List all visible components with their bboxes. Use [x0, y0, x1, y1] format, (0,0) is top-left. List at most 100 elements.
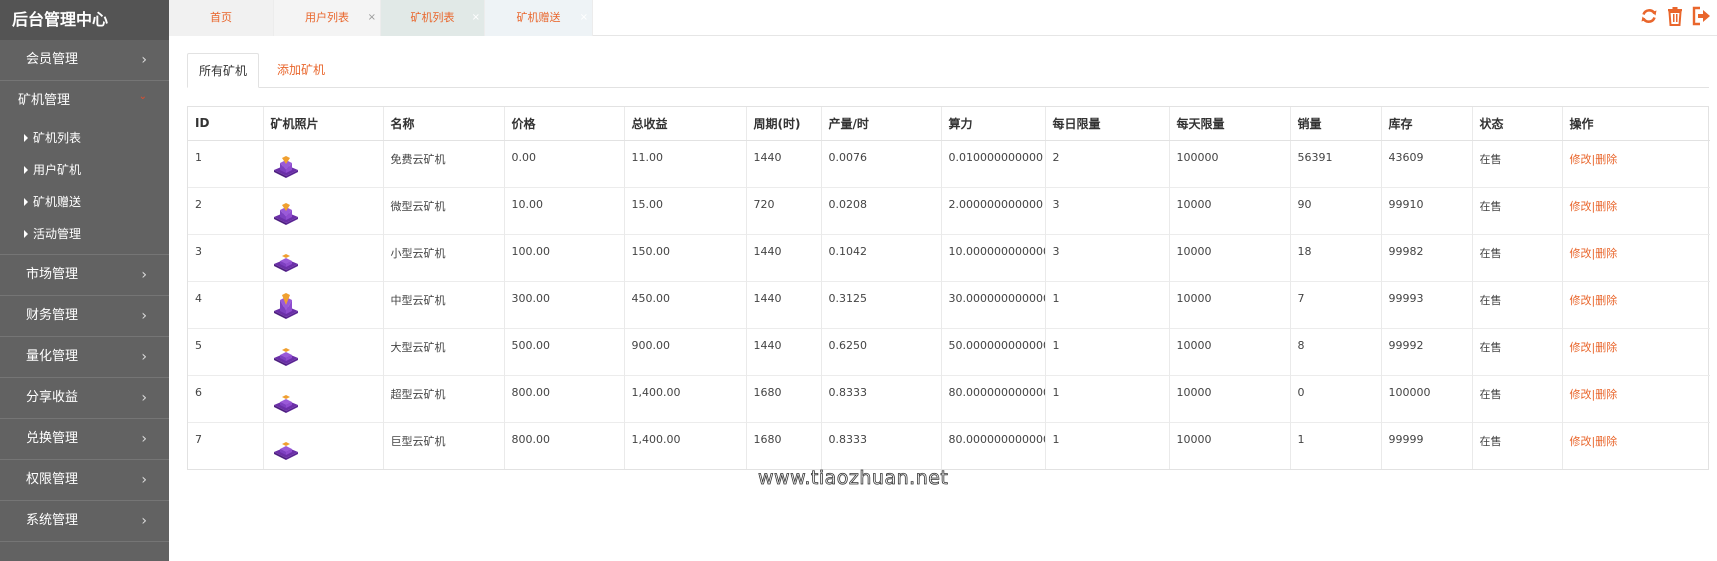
sidebar-group-label: 量化管理	[26, 349, 79, 364]
cell-status: 在售	[1472, 281, 1563, 328]
cell-total: 150.00	[624, 234, 747, 281]
cell-daily: 3	[1045, 234, 1170, 281]
cell-output: 0.8333	[821, 422, 942, 469]
sidebar-sub-item[interactable]: 矿机赠送	[0, 186, 169, 218]
sidebar-group[interactable]: 系统管理 ›	[0, 501, 169, 542]
cell-sales: 18	[1290, 234, 1382, 281]
cell-status: 在售	[1472, 234, 1563, 281]
cell-cycle: 1680	[746, 375, 822, 422]
cell-power: 80.000000000000	[941, 375, 1046, 422]
cell-id: 4	[188, 281, 264, 328]
cell-daily: 1	[1045, 281, 1170, 328]
cell-operations: 修改|删除	[1562, 187, 1710, 234]
sidebar-sub-item[interactable]: 用户矿机	[0, 154, 169, 186]
cell-total: 900.00	[624, 328, 747, 375]
chevron-right-icon: ›	[141, 390, 147, 406]
delete-link[interactable]: 删除	[1595, 247, 1617, 260]
cell-id: 2	[188, 187, 264, 234]
sidebar-sub-item-label: 活动管理	[33, 227, 82, 241]
cell-limit: 10000	[1169, 375, 1291, 422]
sidebar-group[interactable]: 量化管理 ›	[0, 337, 169, 378]
cell-limit: 10000	[1169, 422, 1291, 469]
table-row: 1 免费云矿机 0.00 11.00 1440 0.0076 0.010000000000 2…	[188, 140, 1710, 187]
cell-stock: 99992	[1381, 328, 1473, 375]
cell-output: 0.6250	[821, 328, 942, 375]
close-icon[interactable]: ×	[368, 0, 376, 36]
chevron-right-icon: ›	[141, 431, 147, 447]
tab-all-machines[interactable]: 所有矿机	[187, 53, 260, 88]
close-icon[interactable]: ×	[472, 0, 480, 36]
cell-daily: 3	[1045, 187, 1170, 234]
machine-photo	[263, 187, 384, 234]
sidebar-group-miner[interactable]: 矿机管理 ⌄	[0, 81, 169, 122]
cell-daily: 1	[1045, 422, 1170, 469]
delete-link[interactable]: 删除	[1595, 200, 1617, 213]
machine-photo	[263, 375, 384, 422]
cell-daily: 1	[1045, 328, 1170, 375]
close-icon[interactable]: ×	[580, 0, 588, 36]
edit-link[interactable]: 修改	[1570, 435, 1592, 448]
cell-power: 30.000000000000	[941, 281, 1046, 328]
machine-photo	[263, 140, 384, 187]
cell-name: 免费云矿机	[383, 140, 505, 187]
watermark: www.tiaozhuan.net	[758, 467, 949, 490]
column-header: 每天限量	[1169, 107, 1291, 141]
tab-add-machine[interactable]: 添加矿机	[266, 53, 336, 88]
delete-link[interactable]: 删除	[1595, 341, 1617, 354]
table-row: 4 中型云矿机 300.00 450.00 1440 0.3125 30.000000000…	[188, 281, 1710, 328]
sidebar-group-label: 市场管理	[26, 267, 79, 282]
sidebar: 后台管理中心 会员管理 › 矿机管理 ⌄ 矿机列表 用户矿机 矿机赠送 活动管理 市场管…	[0, 0, 169, 561]
refresh-icon[interactable]	[1639, 6, 1659, 26]
cell-operations: 修改|删除	[1562, 328, 1710, 375]
edit-link[interactable]: 修改	[1570, 153, 1592, 166]
delete-link[interactable]: 删除	[1595, 153, 1617, 166]
cell-price: 300.00	[504, 281, 625, 328]
sidebar-group-label: 会员管理	[26, 52, 79, 67]
cell-sales: 7	[1290, 281, 1382, 328]
sidebar-group-label: 系统管理	[26, 513, 79, 528]
sidebar-sub-item[interactable]: 活动管理	[0, 218, 169, 250]
cell-operations: 修改|删除	[1562, 375, 1710, 422]
edit-link[interactable]: 修改	[1570, 247, 1592, 260]
top-tab[interactable]: 用户列表 ×	[274, 0, 381, 36]
logout-icon[interactable]	[1691, 6, 1711, 26]
table-row: 7 巨型云矿机 800.00 1,400.00 1680 0.8333 80.0000000…	[188, 422, 1710, 469]
cell-stock: 99982	[1381, 234, 1473, 281]
column-header: 名称	[383, 107, 505, 141]
table-row: 5 大型云矿机 500.00 900.00 1440 0.6250 50.000000000…	[188, 328, 1710, 375]
cell-price: 800.00	[504, 422, 625, 469]
cell-limit: 10000	[1169, 234, 1291, 281]
delete-link[interactable]: 删除	[1595, 435, 1617, 448]
machine-photo	[263, 281, 384, 328]
chevron-right-icon: ›	[141, 308, 147, 324]
sidebar-group[interactable]: 权限管理 ›	[0, 460, 169, 501]
cell-power: 80.000000000000	[941, 422, 1046, 469]
sidebar-sub-item-label: 矿机赠送	[33, 195, 82, 209]
chevron-right-icon: ›	[141, 52, 147, 68]
cell-status: 在售	[1472, 187, 1563, 234]
delete-link[interactable]: 删除	[1595, 294, 1617, 307]
sidebar-group[interactable]: 分享收益 ›	[0, 378, 169, 419]
cell-total: 450.00	[624, 281, 747, 328]
top-tab[interactable]: 矿机赠送 ×	[485, 0, 593, 36]
sidebar-group[interactable]: 市场管理 ›	[0, 255, 169, 296]
top-tab[interactable]: 矿机列表 ×	[381, 0, 485, 36]
edit-link[interactable]: 修改	[1570, 341, 1592, 354]
cell-stock: 43609	[1381, 140, 1473, 187]
sidebar-group[interactable]: 财务管理 ›	[0, 296, 169, 337]
sidebar-group-label: 兑换管理	[26, 431, 79, 446]
sidebar-group[interactable]: 兑换管理 ›	[0, 419, 169, 460]
top-tab[interactable]: 首页	[169, 0, 274, 36]
cell-id: 3	[188, 234, 264, 281]
sidebar-sub-item-label: 用户矿机	[33, 163, 82, 177]
sidebar-sub-item[interactable]: 矿机列表	[0, 122, 169, 154]
edit-link[interactable]: 修改	[1570, 294, 1592, 307]
column-header: 每日限量	[1045, 107, 1170, 141]
trash-icon[interactable]	[1665, 6, 1685, 26]
edit-link[interactable]: 修改	[1570, 200, 1592, 213]
edit-link[interactable]: 修改	[1570, 388, 1592, 401]
sidebar-sub-item-label: 矿机列表	[33, 131, 82, 145]
delete-link[interactable]: 删除	[1595, 388, 1617, 401]
sidebar-group[interactable]: 会员管理 ›	[0, 40, 169, 81]
top-tab-label: 首页	[210, 11, 232, 24]
